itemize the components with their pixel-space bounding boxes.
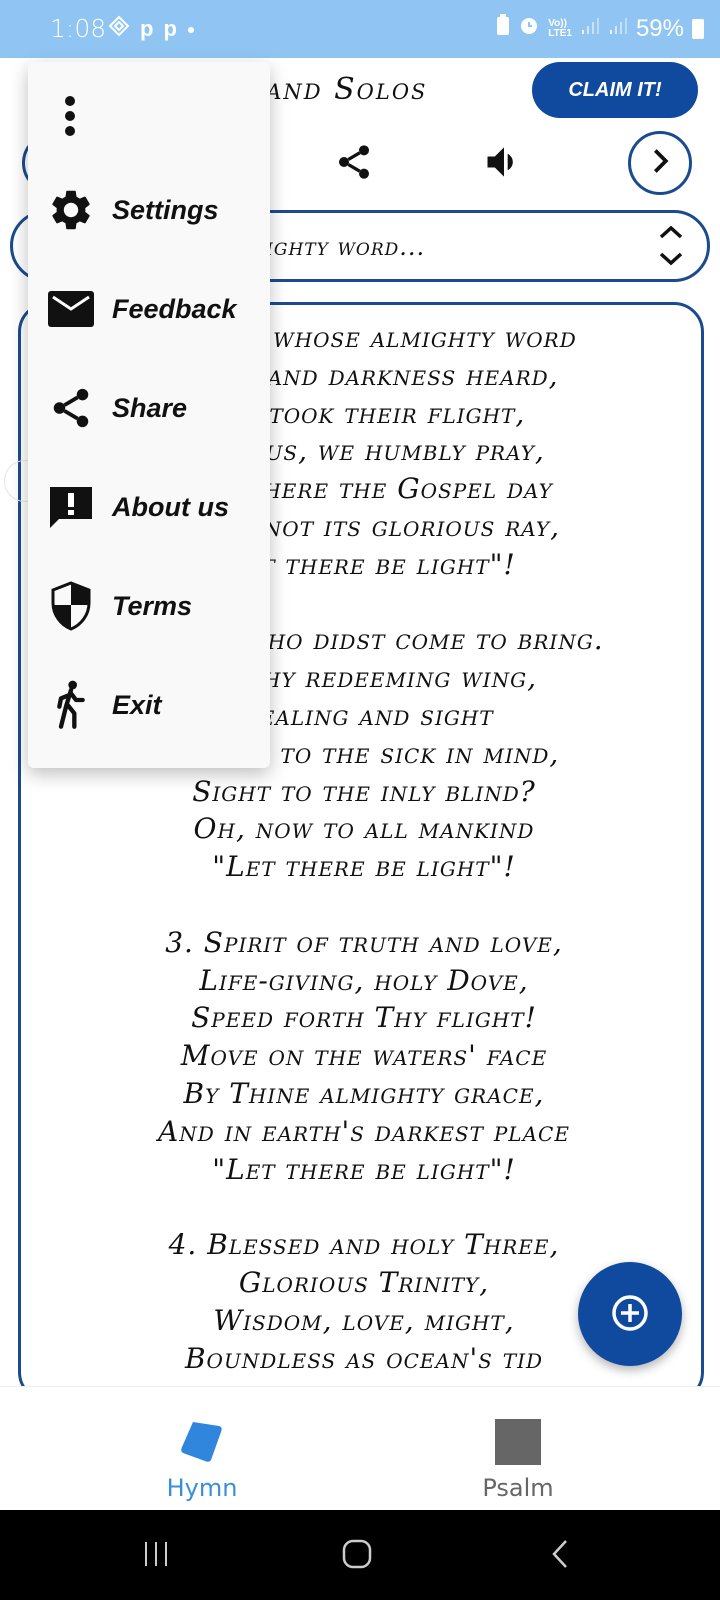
- lyrics-line: Move on the waters' face: [180, 1039, 548, 1073]
- menu-item-settings[interactable]: Settings: [28, 170, 270, 250]
- menu-item-label: Exit: [112, 689, 162, 720]
- back-icon: [548, 1538, 572, 1575]
- recent-apps-button[interactable]: [126, 1536, 186, 1576]
- claim-it-button[interactable]: CLAIM IT!: [532, 62, 698, 118]
- lyrics-line: And in earth's darkest place: [158, 1114, 570, 1148]
- next-button[interactable]: [628, 131, 692, 195]
- overflow-menu: Settings Feedback Share About us Terms E…: [28, 62, 270, 768]
- feedback-exclamation-icon: [46, 482, 96, 532]
- notification-icons: p p ●: [108, 15, 195, 43]
- gear-icon: [46, 185, 96, 235]
- share-icon[interactable]: [328, 136, 380, 188]
- shield-icon: [46, 581, 96, 631]
- tab-psalm-label: Psalm: [482, 1474, 554, 1502]
- content-divider: [0, 1386, 720, 1404]
- bottom-nav: Hymn Psalm: [0, 1404, 720, 1510]
- chevron-right-icon: [646, 147, 674, 180]
- lyrics-line: Life-giving, holy Dove,: [199, 963, 529, 997]
- menu-item-about-us[interactable]: About us: [28, 467, 270, 547]
- menu-item-label: Share: [112, 392, 188, 423]
- menu-item-label: Feedback: [112, 293, 237, 324]
- battery-icon: [692, 18, 704, 39]
- battery-percent: 59%: [635, 14, 684, 42]
- back-button[interactable]: [530, 1536, 590, 1576]
- system-status-icons: Vo)) LTE1 59%: [496, 14, 704, 43]
- lyrics-line: 3. Spirit of truth and love,: [165, 925, 563, 959]
- book-icon: [179, 1420, 225, 1464]
- lyrics-stanza: 3. Spirit of truth and love, Life-giving,…: [21, 924, 701, 1189]
- lyrics-line: "Let there be light"!: [212, 1152, 516, 1186]
- chevron-up-icon[interactable]: [657, 223, 685, 246]
- add-fab-button[interactable]: [578, 1262, 682, 1366]
- tab-hymn[interactable]: Hymn: [22, 1404, 382, 1510]
- psalm-placeholder-icon: [495, 1419, 541, 1465]
- lyrics-line: Speed forth Thy flight!: [191, 1001, 537, 1035]
- share-icon: [46, 383, 96, 433]
- home-icon: [341, 1538, 373, 1575]
- volume-icon[interactable]: [478, 136, 530, 188]
- lyrics-line: Sight to the inly blind?: [192, 774, 536, 808]
- walking-person-icon: [46, 680, 96, 730]
- menu-item-terms[interactable]: Terms: [28, 566, 270, 646]
- menu-item-label: About us: [112, 491, 229, 522]
- p-icon: p: [140, 16, 154, 41]
- home-button[interactable]: [327, 1536, 387, 1576]
- menu-item-exit[interactable]: Exit: [28, 665, 270, 745]
- lyrics-line: 4. Blessed and holy Three,: [168, 1228, 560, 1262]
- chevron-down-icon[interactable]: [657, 250, 685, 273]
- more-vert-icon[interactable]: [58, 90, 82, 142]
- signal-icon: [580, 15, 600, 43]
- status-time: 1:08: [50, 14, 107, 43]
- network-type: Vo)) LTE1: [548, 17, 572, 39]
- dot-icon: ●: [186, 21, 196, 37]
- recent-apps-icon: [141, 1539, 171, 1574]
- battery-saver-icon: [496, 14, 510, 43]
- tab-hymn-label: Hymn: [166, 1474, 238, 1502]
- add-circle-icon: [610, 1293, 650, 1336]
- system-nav-bar: [0, 1510, 720, 1600]
- mail-icon: [46, 284, 96, 334]
- lyrics-line: Oh, now to all mankind: [193, 812, 535, 846]
- menu-item-share[interactable]: Share: [28, 368, 270, 448]
- menu-item-label: Terms: [112, 590, 193, 621]
- app-diamond-icon: [108, 15, 130, 43]
- alarm-icon: [518, 14, 540, 43]
- p-icon: p: [163, 16, 177, 41]
- menu-item-feedback[interactable]: Feedback: [28, 269, 270, 349]
- lyrics-line: "Let there be light"!: [212, 850, 516, 884]
- signal-icon: [608, 15, 628, 43]
- selector-stepper[interactable]: [653, 223, 689, 273]
- tab-psalm[interactable]: Psalm: [338, 1404, 698, 1510]
- lyrics-line: By Thine almighty grace,: [183, 1076, 545, 1110]
- status-bar: 1:08 p p ● Vo)) LTE1 59%: [0, 0, 720, 58]
- menu-item-label: Settings: [112, 194, 219, 225]
